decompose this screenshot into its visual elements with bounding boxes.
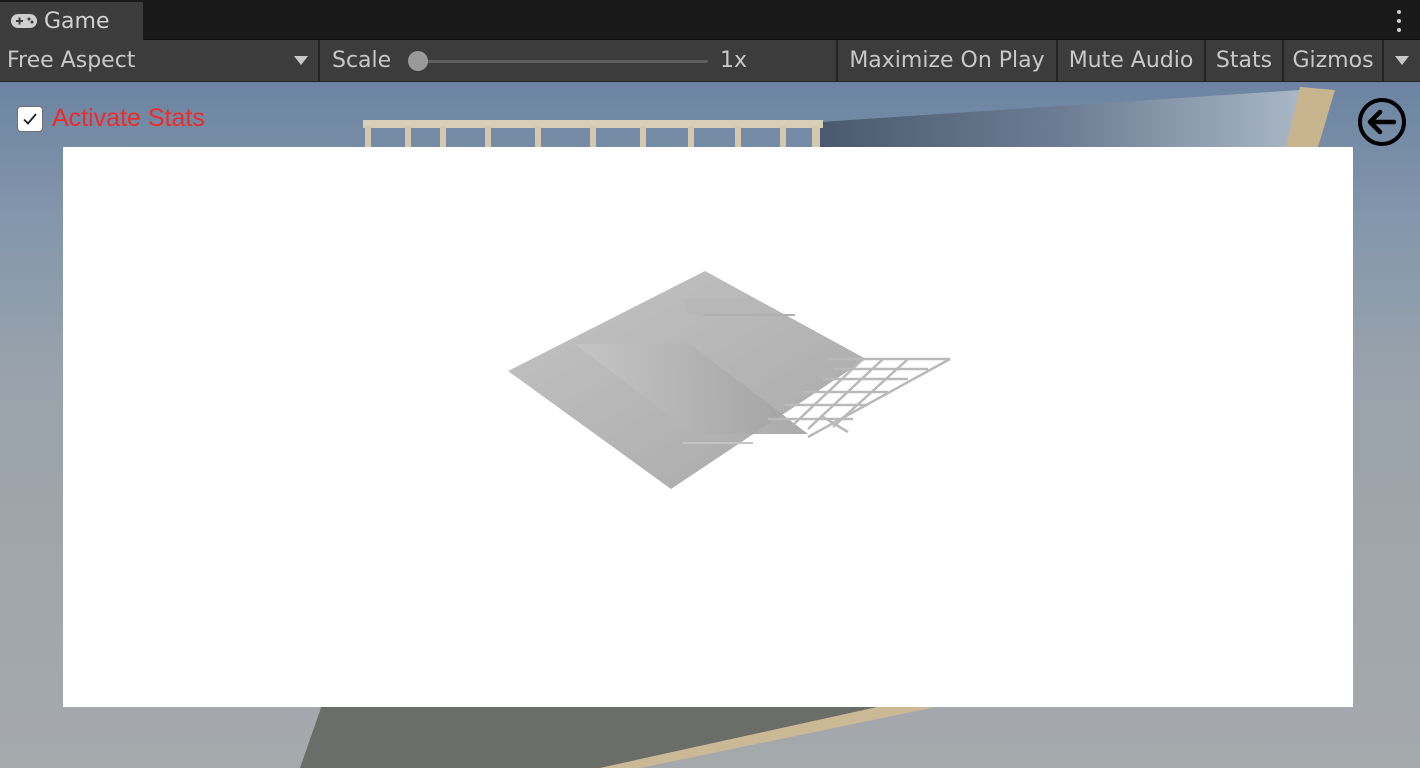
gamepad-icon: [11, 14, 37, 28]
game-toolbar: Free Aspect Scale 1x Maximize On Play Mu…: [0, 40, 1420, 82]
game-viewport[interactable]: Activate Stats: [0, 82, 1420, 768]
mute-audio-label: Mute Audio: [1068, 48, 1194, 73]
stats-label: Stats: [1215, 48, 1273, 73]
tab-title: Game: [44, 8, 110, 34]
tab-game[interactable]: Game: [0, 2, 143, 40]
checkmark-icon: [23, 112, 37, 125]
gizmos-label: Gizmos: [1292, 48, 1374, 73]
chevron-down-icon: [294, 56, 308, 65]
stats-render-panel: [63, 147, 1353, 707]
aspect-label: Free Aspect: [7, 48, 136, 73]
maximize-on-play-label: Maximize On Play: [849, 48, 1045, 73]
tab-strip: Game: [0, 0, 1420, 40]
isometric-floor-render: [508, 271, 951, 489]
scale-slider-track[interactable]: [418, 60, 708, 63]
arrow-left-circle-icon[interactable]: [1356, 98, 1408, 146]
maximize-on-play-button[interactable]: Maximize On Play: [838, 40, 1056, 81]
chevron-down-icon: [1395, 56, 1409, 65]
scale-control: Scale 1x: [320, 40, 836, 81]
scale-label: Scale: [332, 48, 392, 73]
gizmos-button[interactable]: Gizmos: [1284, 40, 1382, 81]
scale-slider-handle[interactable]: [408, 51, 428, 71]
activate-stats-checkbox[interactable]: [17, 105, 43, 132]
scale-value: 1x: [720, 48, 748, 73]
more-options-icon[interactable]: [1396, 10, 1402, 32]
gizmos-dropdown[interactable]: [1384, 40, 1420, 81]
aspect-dropdown[interactable]: Free Aspect: [0, 40, 318, 81]
stats-button[interactable]: Stats: [1206, 40, 1282, 81]
mute-audio-button[interactable]: Mute Audio: [1058, 40, 1204, 81]
activate-stats-toggle[interactable]: Activate Stats: [17, 104, 205, 133]
activate-stats-label: Activate Stats: [52, 104, 205, 132]
